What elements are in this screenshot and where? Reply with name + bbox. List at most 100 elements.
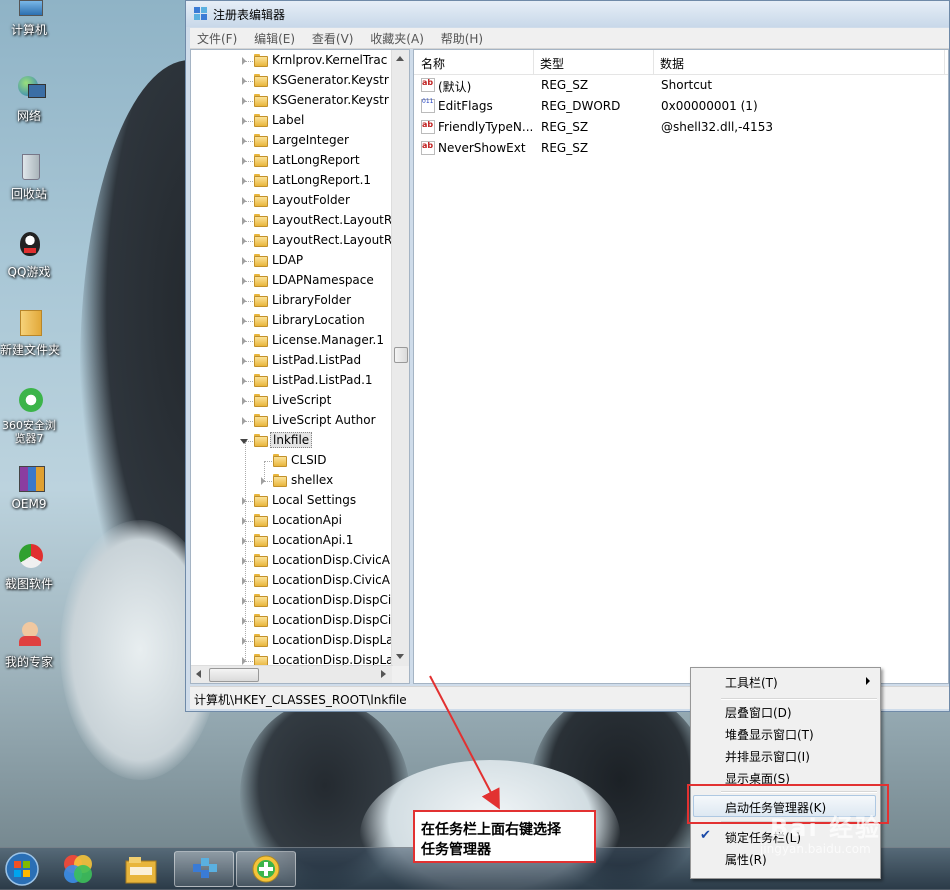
folder-icon — [273, 474, 287, 487]
collapsed-arrow-icon[interactable] — [242, 297, 246, 305]
collapsed-arrow-icon[interactable] — [242, 137, 246, 145]
browser-360-icon — [14, 386, 44, 416]
column-separator[interactable] — [533, 50, 534, 74]
collapsed-arrow-icon[interactable] — [242, 237, 246, 245]
menu-view[interactable]: 查看(V) — [305, 28, 360, 47]
tree-item-label: shellex — [291, 473, 334, 487]
collapsed-arrow-icon[interactable] — [242, 177, 246, 185]
scroll-down-arrow-icon[interactable] — [396, 654, 404, 659]
value-row[interactable]: EditFlags REG_DWORD 0x00000001 (1) — [414, 96, 948, 117]
folder-icon — [254, 634, 268, 647]
desktop-icon-qq-game[interactable]: QQ游戏 — [0, 230, 58, 280]
tree-vertical-scrollbar[interactable] — [391, 50, 409, 666]
collapsed-arrow-icon[interactable] — [242, 117, 246, 125]
regedit-app-icon — [193, 6, 208, 21]
value-data: Shortcut — [661, 78, 713, 92]
screenshot-app-icon — [14, 542, 44, 572]
tree-item-label: KSGenerator.Keystr — [272, 73, 389, 87]
value-name: EditFlags — [438, 99, 493, 113]
status-path: 计算机\HKEY_CLASSES_ROOT\lnkfile — [194, 693, 407, 707]
start-button[interactable] — [0, 851, 48, 887]
windows-orb-icon — [5, 852, 39, 886]
callout-line-1: 在任务栏上面右键选择 — [421, 822, 561, 838]
folder-icon — [254, 594, 268, 607]
collapsed-arrow-icon[interactable] — [242, 337, 246, 345]
tree-item-label: LayoutRect.LayoutRe — [272, 213, 400, 227]
registry-values-pane[interactable]: 名称 类型 数据 (默认) REG_SZ Shortcut EditFlags REG_… — [413, 49, 949, 684]
column-separator[interactable] — [944, 50, 945, 74]
folder-icon — [254, 74, 268, 87]
menu-item-stacked[interactable]: 堆叠显示窗口(T) — [725, 726, 814, 743]
tree-horizontal-scrollbar[interactable] — [191, 665, 393, 683]
scroll-up-arrow-icon[interactable] — [396, 56, 404, 61]
desktop-icon-expert[interactable]: 我的专家 — [0, 620, 58, 670]
tree-vertical-scroll-thumb[interactable] — [394, 347, 408, 363]
menu-edit[interactable]: 编辑(E) — [247, 28, 301, 47]
collapsed-arrow-icon[interactable] — [242, 377, 246, 385]
collapsed-arrow-icon[interactable] — [242, 97, 246, 105]
collapsed-arrow-icon[interactable] — [242, 317, 246, 325]
registry-tree-pane[interactable]: Krnlprov.KernelTrac KSGenerator.Keystr KSG… — [190, 49, 410, 684]
desktop-icon-screenshot[interactable]: 截图软件 — [0, 542, 58, 592]
taskbar-explorer[interactable] — [111, 851, 171, 887]
value-row[interactable]: NeverShowExt REG_SZ — [414, 138, 948, 159]
tree-item-label: LibraryFolder — [272, 293, 352, 307]
folder-icon — [254, 134, 268, 147]
desktop-icon-computer[interactable]: 计算机 — [0, 0, 58, 38]
title-bar[interactable]: 注册表编辑器 — [186, 1, 949, 27]
collapsed-arrow-icon[interactable] — [242, 417, 246, 425]
value-data: 0x00000001 (1) — [661, 99, 758, 113]
tree-item-label: lnkfile — [270, 432, 313, 448]
value-row[interactable]: (默认) REG_SZ Shortcut — [414, 75, 948, 96]
menu-favorites[interactable]: 收藏夹(A) — [363, 28, 430, 47]
collapsed-arrow-icon[interactable] — [242, 197, 246, 205]
tree-item-label: LargeInteger — [272, 133, 349, 147]
column-name[interactable]: 名称 — [421, 55, 445, 72]
taskbar-regedit[interactable] — [174, 851, 234, 887]
registry-editor-window[interactable]: 注册表编辑器 文件(F) 编辑(E) 查看(V) 收藏夹(A) 帮助(H) Kr… — [185, 0, 950, 712]
collapsed-arrow-icon[interactable] — [242, 357, 246, 365]
menu-file[interactable]: 文件(F) — [190, 28, 243, 47]
collapsed-arrow-icon[interactable] — [242, 397, 246, 405]
collapsed-arrow-icon[interactable] — [242, 157, 246, 165]
colorful-app-icon — [64, 855, 92, 883]
value-row[interactable]: FriendlyTypeN... REG_SZ @shell32.dll,-4153 — [414, 117, 948, 138]
watermark-logo: Bai 经验 — [770, 814, 882, 842]
annotation-callout: 在任务栏上面右键选择 任务管理器 — [413, 810, 596, 863]
column-separator[interactable] — [653, 50, 654, 74]
folder-icon — [254, 334, 268, 347]
recycle-bin-icon — [14, 152, 44, 182]
collapsed-arrow-icon[interactable] — [242, 77, 246, 85]
scroll-right-arrow-icon[interactable] — [381, 670, 386, 678]
folder-icon — [254, 434, 268, 447]
menu-item-toolbars[interactable]: 工具栏(T) — [725, 674, 875, 691]
taskbar-app-colorful[interactable] — [48, 851, 108, 887]
collapsed-arrow-icon[interactable] — [242, 217, 246, 225]
desktop-icon-360-browser[interactable]: 360安全浏览器7 — [0, 386, 58, 445]
column-type[interactable]: 类型 — [540, 55, 564, 72]
menu-item-cascade[interactable]: 层叠窗口(D) — [725, 704, 792, 721]
value-name: (默认) — [438, 80, 472, 94]
expert-app-icon — [14, 620, 44, 650]
folder-icon — [254, 414, 268, 427]
collapsed-arrow-icon[interactable] — [242, 257, 246, 265]
regedit-taskbar-icon — [193, 858, 217, 878]
desktop-icon-recycle-bin[interactable]: 回收站 — [0, 152, 58, 202]
checkmark-icon: ✔ — [700, 828, 711, 843]
desktop-icon-network[interactable]: 网络 — [0, 74, 58, 124]
collapsed-arrow-icon[interactable] — [242, 277, 246, 285]
tree-horizontal-scroll-thumb[interactable] — [209, 668, 259, 682]
tree-connector — [245, 442, 246, 660]
expanded-arrow-icon[interactable] — [240, 439, 248, 444]
value-name: FriendlyTypeN... — [438, 120, 534, 134]
desktop-icon-new-folder[interactable]: 新建文件夹 — [0, 308, 60, 358]
tree-item-label: ListPad.ListPad — [272, 353, 362, 367]
taskbar-app-green[interactable] — [236, 851, 296, 887]
column-data[interactable]: 数据 — [660, 55, 684, 72]
menu-help[interactable]: 帮助(H) — [434, 28, 489, 47]
desktop-icon-oem9[interactable]: OEM9 — [0, 464, 58, 511]
value-data: @shell32.dll,-4153 — [661, 120, 773, 134]
scroll-left-arrow-icon[interactable] — [196, 670, 201, 678]
collapsed-arrow-icon[interactable] — [242, 57, 246, 65]
menu-item-side-by-side[interactable]: 并排显示窗口(I) — [725, 748, 810, 765]
